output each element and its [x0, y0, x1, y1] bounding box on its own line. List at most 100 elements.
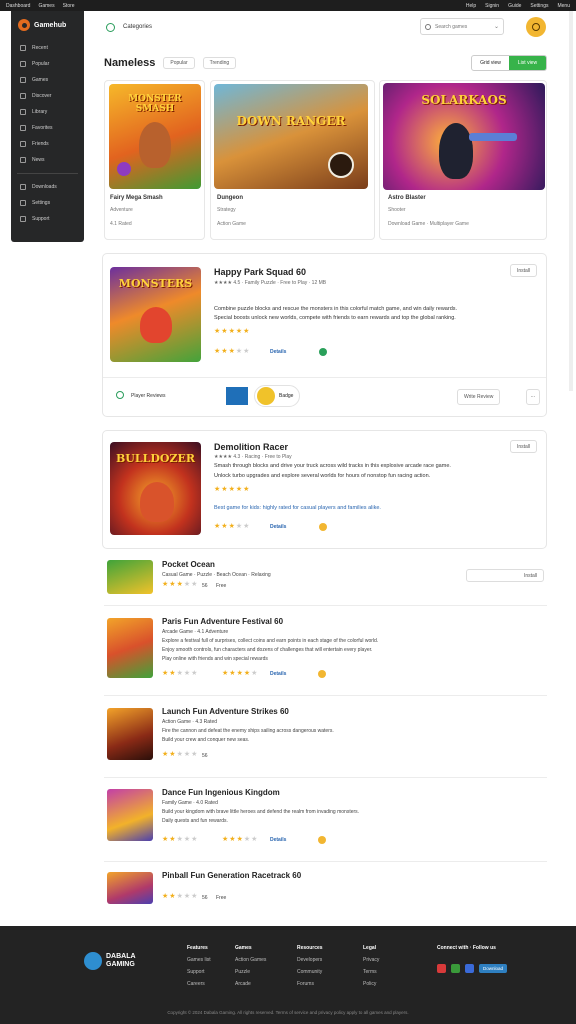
android-icon[interactable] [451, 964, 460, 973]
filter-chip-trending[interactable]: Trending [202, 57, 237, 69]
footer-link[interactable]: Careers [187, 978, 211, 990]
sidebar-divider [17, 173, 78, 174]
footer-link[interactable]: Policy [363, 978, 379, 990]
list-item[interactable]: Launch Fun Adventure Strikes 60 Action G… [104, 702, 547, 778]
fire-icon [20, 61, 26, 67]
star-filled-icon: ★ [229, 670, 237, 677]
badge-pill[interactable]: Badge [254, 385, 301, 407]
sidebar-item-settings[interactable]: Settings [11, 196, 84, 210]
search-input[interactable]: Search games ⌄ [420, 18, 504, 35]
topbar-link-games[interactable]: Games [38, 3, 54, 9]
star-filled-icon: ★ [221, 348, 229, 355]
footer-column: Games Action Games Puzzle Arcade [235, 942, 266, 990]
topbar-link-settings[interactable]: Settings [530, 3, 548, 9]
facebook-icon[interactable] [465, 964, 474, 973]
sidebar-item-news[interactable]: News [11, 153, 84, 167]
sidebar-item-library[interactable]: Library [11, 105, 84, 119]
game-card[interactable]: SOLARKAOS Astro Blaster Shooter Download… [379, 80, 547, 240]
list-item[interactable]: Dance Fun Ingenious Kingdom Family Game … [104, 784, 547, 862]
footer-logo[interactable]: DABALA GAMING [84, 952, 136, 970]
details-link[interactable]: Details [270, 671, 286, 677]
footer: DABALA GAMING Features Games list Support… [0, 926, 576, 1024]
youtube-icon[interactable] [437, 964, 446, 973]
list-view-button[interactable]: List view [509, 56, 546, 70]
footer-link[interactable]: Terms [363, 966, 379, 978]
list-item[interactable]: Pinball Fun Generation Racetrack 60 ★★★★… [104, 866, 547, 908]
featured-title[interactable]: Happy Park Squad 60 [214, 267, 306, 277]
logo-icon [84, 952, 102, 970]
footer-link[interactable]: Games list [187, 954, 211, 966]
scrollbar[interactable] [569, 11, 573, 391]
page-heading-row: Nameless Popular Trending Grid view List… [104, 55, 547, 71]
star-filled-icon: ★ [243, 328, 251, 335]
game-art: SOLARKAOS [383, 83, 545, 190]
star-filled-icon: ★ [221, 486, 229, 493]
star-filled-icon: ★ [228, 348, 236, 355]
header-title[interactable]: Categories [123, 24, 152, 30]
star-empty-icon: ★ [191, 581, 199, 588]
details-link[interactable]: Details [270, 524, 286, 530]
rating-stars: ★★★★★ [162, 669, 198, 677]
sidebar-item-recent[interactable]: Recent [11, 41, 84, 55]
more-button[interactable]: ⋯ [526, 389, 540, 405]
featured-title[interactable]: Demolition Racer [214, 442, 288, 452]
download-icon [20, 184, 26, 190]
game-art[interactable]: MONSTERS [110, 267, 201, 362]
star-filled-icon: ★ [169, 893, 177, 900]
sidebar-item-games[interactable]: Games [11, 73, 84, 87]
footer-link[interactable]: Privacy [363, 954, 379, 966]
topbar-link-signin[interactable]: Signin [485, 3, 499, 9]
game-art[interactable]: BULLDOZER [110, 442, 201, 535]
game-thumbnail [107, 618, 153, 678]
star-filled-icon: ★ [228, 523, 236, 530]
footer-link[interactable]: Community [297, 966, 323, 978]
sidebar-item-friends[interactable]: Friends [11, 137, 84, 151]
featured-game-card: BULLDOZER Demolition Racer Install ★★★★ … [102, 430, 547, 549]
rating-stars: ★★★★★ [222, 835, 258, 843]
coin-icon [319, 523, 327, 531]
filter-chip-popular[interactable]: Popular [163, 57, 195, 69]
star-empty-icon: ★ [176, 836, 184, 843]
star-filled-icon: ★ [236, 670, 244, 677]
footer-link[interactable]: Support [187, 966, 211, 978]
footer-link[interactable]: Arcade [235, 978, 266, 990]
star-filled-icon: ★ [169, 751, 177, 758]
sidebar-item-support[interactable]: Support [11, 212, 84, 226]
rating-stars: ★★★★★ [214, 327, 250, 335]
grid-view-button[interactable]: Grid view [472, 56, 509, 70]
footer-link[interactable]: Forums [297, 978, 323, 990]
sidebar: Gamehub Recent Popular Games Discover Li… [11, 11, 84, 242]
install-button[interactable]: Install [466, 569, 544, 582]
details-link[interactable]: Details [270, 349, 286, 355]
footer-link[interactable]: Action Games [235, 954, 266, 966]
sidebar-item-favorites[interactable]: Favorites [11, 121, 84, 135]
footer-link[interactable]: Puzzle [235, 966, 266, 978]
download-app-button[interactable]: Download [479, 964, 507, 973]
topbar-link-guide[interactable]: Guide [508, 3, 521, 9]
game-card[interactable]: MONSTER SMASH Fairy Mega Smash Adventure… [104, 80, 205, 240]
list-item[interactable]: Pocket Ocean Casual Game · Puzzle · Beac… [104, 556, 547, 606]
star-empty-icon: ★ [191, 836, 199, 843]
footer-column: Resources Developers Community Forums [297, 942, 323, 990]
topbar-link-menu[interactable]: Menu [557, 3, 570, 9]
sidebar-item-discover[interactable]: Discover [11, 89, 84, 103]
footer-column: Features Games list Support Careers [187, 942, 211, 990]
footer-link[interactable]: Developers [297, 954, 323, 966]
list-item[interactable]: Paris Fun Adventure Festival 60 Arcade G… [104, 612, 547, 696]
brand-logo[interactable]: Gamehub [11, 11, 84, 39]
avatar[interactable] [526, 17, 546, 37]
sidebar-item-downloads[interactable]: Downloads [11, 180, 84, 194]
footer-column: Legal Privacy Terms Policy [363, 942, 379, 990]
topbar-link-help[interactable]: Help [466, 3, 476, 9]
sidebar-item-popular[interactable]: Popular [11, 57, 84, 71]
install-button[interactable]: Install [510, 264, 538, 277]
install-button[interactable]: Install [510, 440, 538, 453]
game-card[interactable]: DOWN RANGER Dungeon Strategy Action Game [210, 80, 375, 240]
topbar-link-dashboard[interactable]: Dashboard [6, 3, 30, 9]
star-filled-icon: ★ [169, 836, 177, 843]
details-link[interactable]: Details [270, 837, 286, 843]
topbar-link-store[interactable]: Store [63, 3, 75, 9]
reviews-label[interactable]: Player Reviews [131, 393, 165, 399]
write-review-button[interactable]: Write Review [457, 389, 501, 405]
rating-stars: ★★★★★ [162, 892, 198, 900]
